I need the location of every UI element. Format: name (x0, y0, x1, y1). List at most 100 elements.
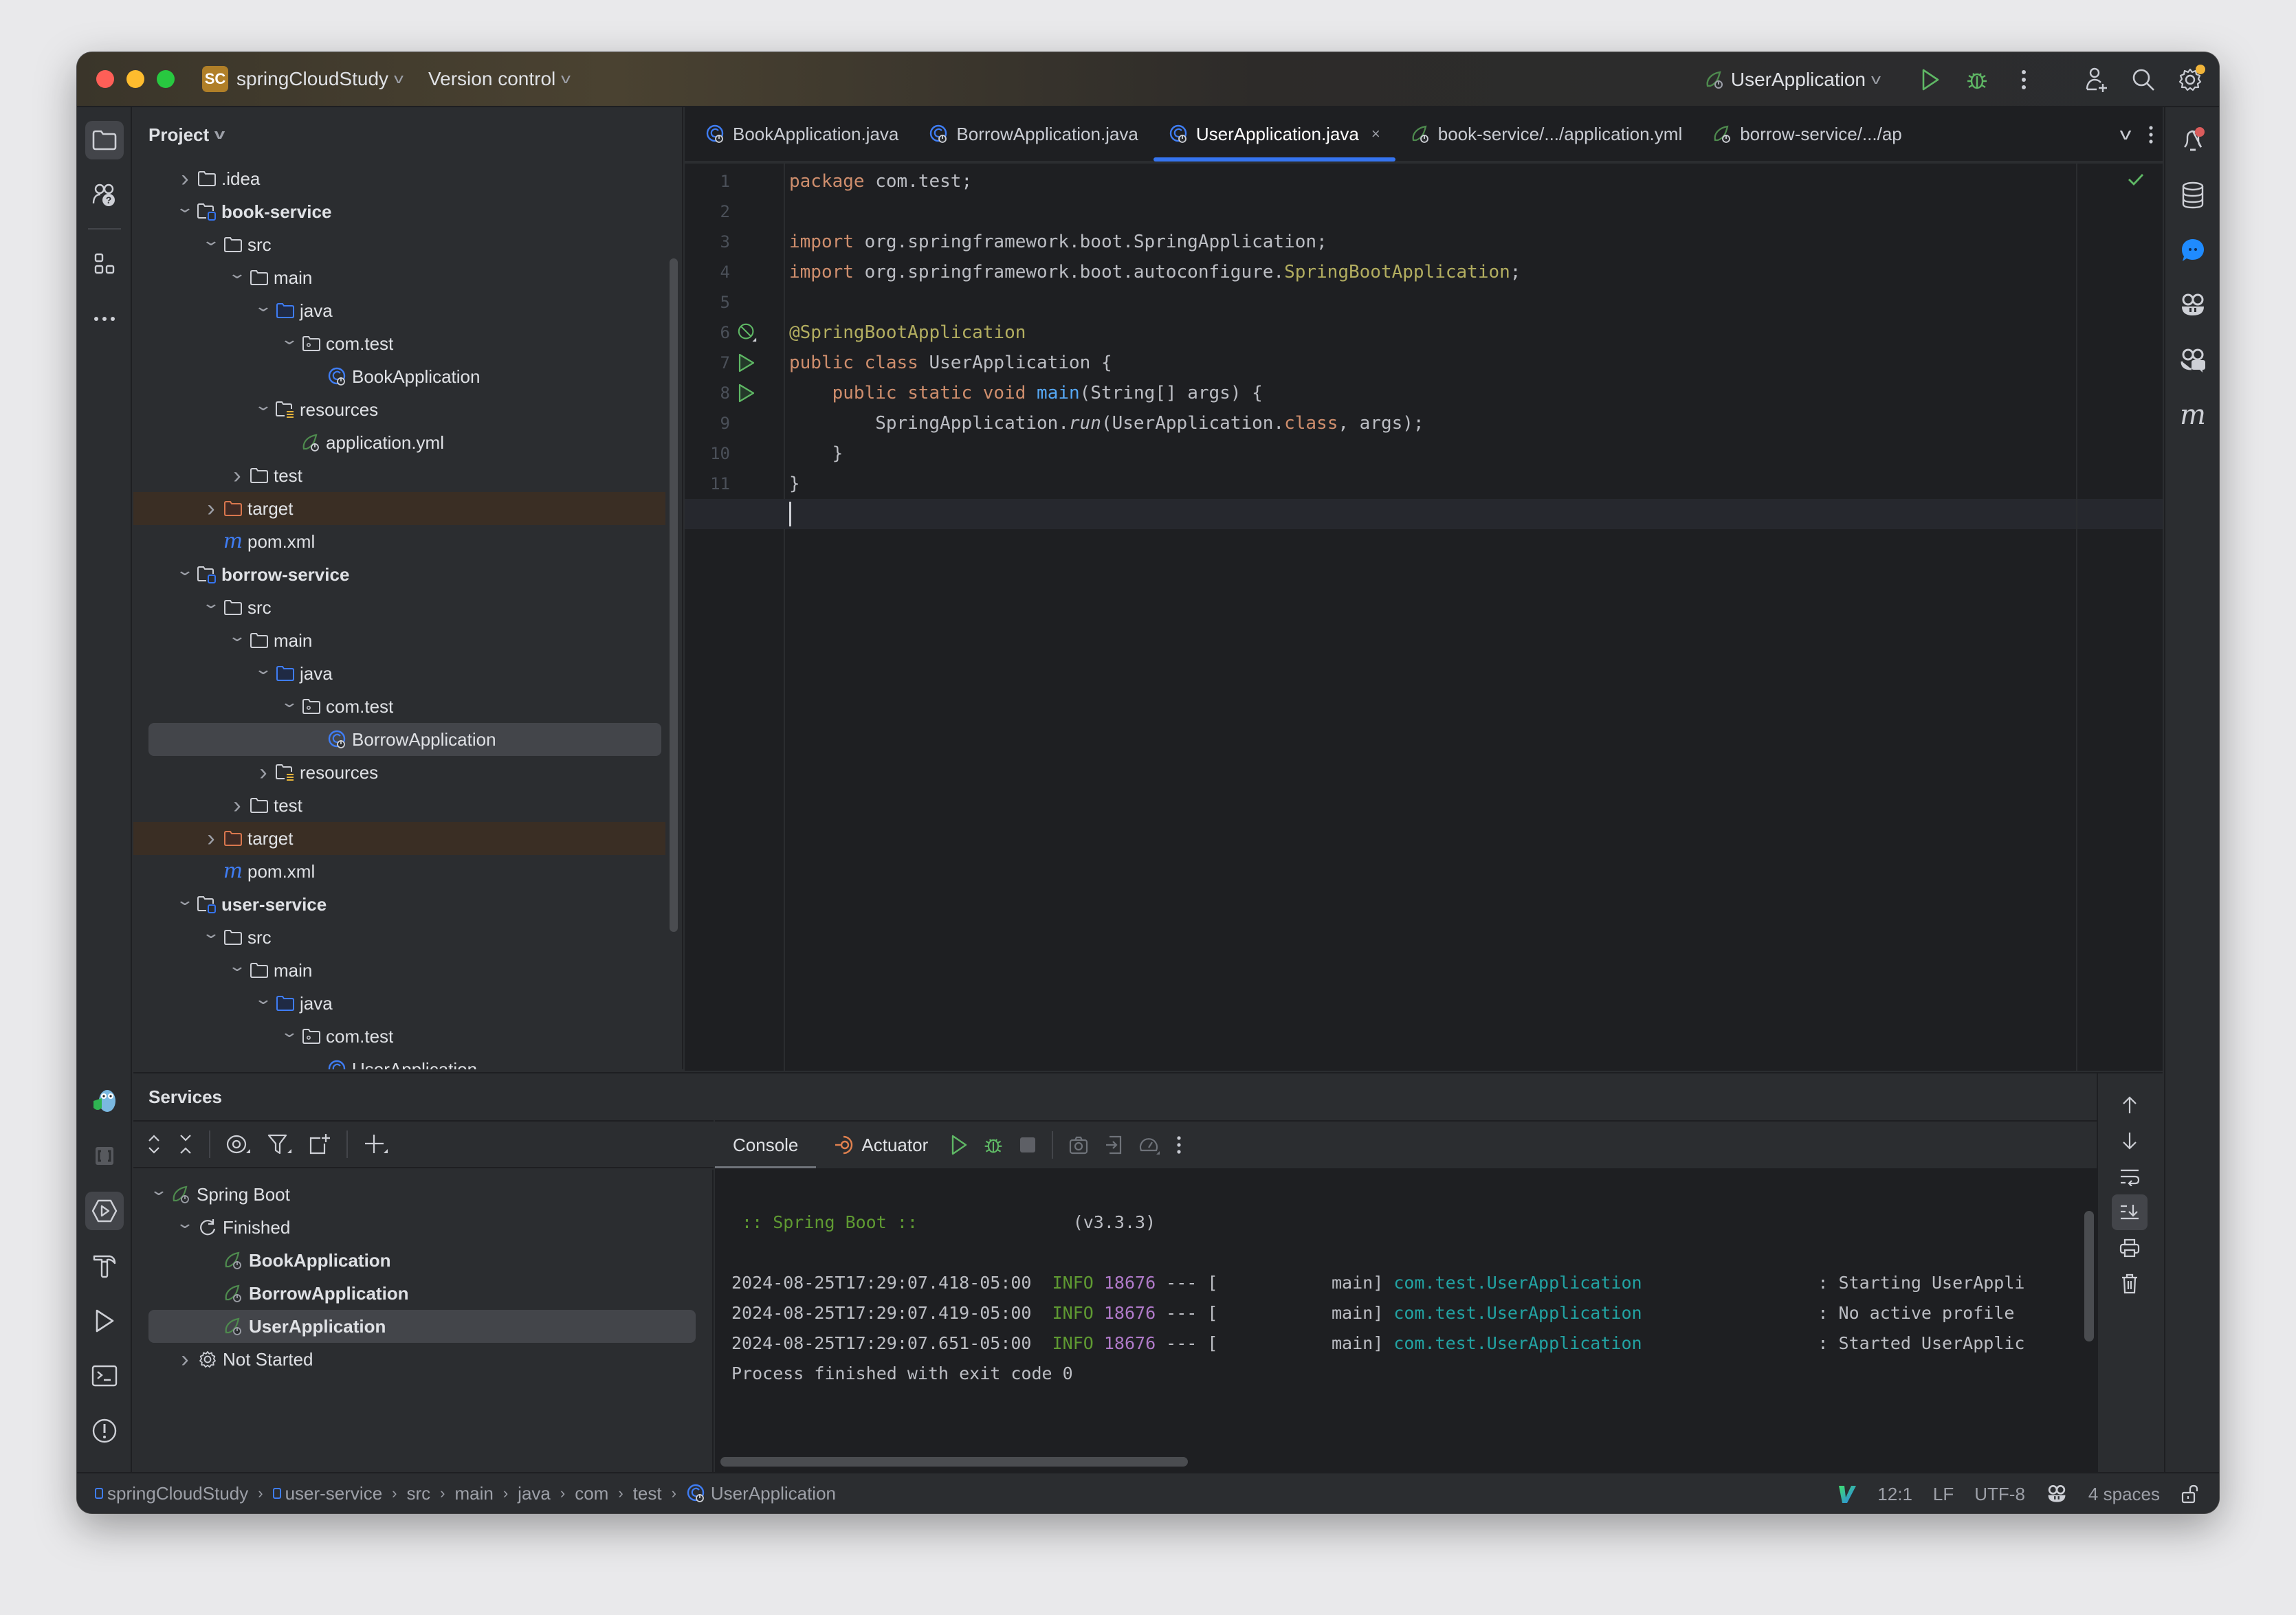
chevron-right-icon[interactable]: › (227, 463, 247, 489)
code-line[interactable]: SpringApplication. run (UserApplication. cl… (786, 408, 2163, 438)
vim-icon[interactable] (1837, 1484, 1857, 1504)
code-line[interactable]: import org.springframework.boot.autoconf… (786, 257, 2163, 287)
more-vertical-icon[interactable] (2148, 124, 2154, 145)
tree-node[interactable]: › target (133, 822, 665, 855)
chevron-down-icon[interactable]: ⌄ (222, 265, 253, 282)
tree-node[interactable]: ⌄ java (133, 987, 665, 1020)
chevron-right-icon[interactable]: › (175, 166, 195, 192)
tree-node[interactable]: › test (133, 789, 665, 822)
console-vertical-scrollbar[interactable] (2084, 1211, 2094, 1341)
console-horizontal-scrollbar[interactable] (720, 1457, 1188, 1467)
close-tab-icon[interactable]: × (1371, 125, 1380, 143)
tree-node[interactable]: ⌄ java (133, 294, 665, 327)
problems-tool-button[interactable] (85, 1412, 124, 1450)
tree-node[interactable]: › resources (133, 756, 665, 789)
service-node[interactable]: BorrowApplication (133, 1277, 712, 1310)
close-window-button[interactable] (96, 70, 114, 88)
gauge-icon[interactable] (1138, 1134, 1160, 1156)
project-switcher[interactable]: springCloudStudy (236, 68, 388, 90)
chevron-down-icon[interactable]: ⌄ (170, 199, 201, 216)
breadcrumb-item[interactable]: com (575, 1483, 608, 1504)
chevron-down-icon[interactable]: ⌄ (222, 957, 253, 975)
run-gutter-icon[interactable] (737, 348, 758, 378)
tree-node[interactable]: ⌄ user-service (133, 888, 665, 921)
breadcrumb-item[interactable]: UserApplication (686, 1483, 836, 1504)
chevron-down-icon[interactable]: ⌄ (196, 924, 227, 942)
search-everywhere-button[interactable] (2128, 65, 2159, 95)
project-badge[interactable]: SC (202, 66, 228, 92)
indent-setting[interactable]: 4 spaces (2088, 1484, 2160, 1505)
code-area[interactable]: package com.test; import org.springframew… (685, 164, 2163, 1071)
debug-button[interactable] (1962, 65, 1992, 95)
chevron-down-icon[interactable]: ⌄ (248, 990, 279, 1008)
go-plugin-tool-button[interactable] (85, 1082, 124, 1120)
tree-node[interactable]: ⌄ com.test (133, 690, 665, 723)
chevron-down-icon[interactable]: ⌄ (170, 891, 201, 909)
soft-wrap-button[interactable] (2112, 1159, 2148, 1194)
chevron-down-icon[interactable]: ⌄ (144, 1181, 175, 1199)
code-line[interactable] (786, 287, 2163, 318)
code-with-me-button[interactable] (2082, 65, 2112, 95)
editor-tab[interactable]: BookApplication.java (690, 107, 914, 162)
editor-tab[interactable]: UserApplication.java × (1153, 107, 1395, 162)
code-line[interactable] (786, 197, 2163, 227)
code-line[interactable]: import org.springframework.boot.SpringAp… (786, 227, 2163, 257)
zoom-window-button[interactable] (157, 70, 175, 88)
services-tool-button[interactable] (85, 1192, 124, 1230)
tab-console[interactable]: Console (715, 1121, 817, 1169)
tree-node[interactable]: › target (133, 492, 665, 525)
file-encoding[interactable]: UTF-8 (1974, 1484, 2025, 1505)
breadcrumb-item[interactable]: src (406, 1483, 430, 1504)
service-node[interactable]: UserApplication (148, 1310, 696, 1343)
tree-node[interactable]: BookApplication (133, 360, 665, 393)
chevron-down-icon[interactable]: ⌄ (248, 397, 279, 414)
camera-icon[interactable] (1068, 1135, 1089, 1155)
tree-node[interactable]: ⌄ borrow-service (133, 558, 665, 591)
build-tool-button[interactable] (85, 1247, 124, 1285)
print-button[interactable] (2112, 1230, 2148, 1266)
bug-icon[interactable] (983, 1134, 1004, 1156)
tree-node[interactable]: UserApplication (133, 1053, 665, 1069)
no-beans-icon[interactable] (737, 318, 758, 348)
tree-node[interactable]: › test (133, 459, 665, 492)
chevron-down-icon[interactable]: ⌄ (274, 1023, 305, 1041)
chevron-down-icon[interactable]: ⌄ (222, 627, 253, 645)
scroll-down-button[interactable] (2112, 1123, 2148, 1159)
tree-node[interactable]: ⌄ src (133, 228, 665, 261)
service-node[interactable]: › Not Started (133, 1343, 712, 1376)
chat-button[interactable] (2174, 231, 2212, 269)
minimize-window-button[interactable] (126, 70, 144, 88)
tree-node[interactable]: ⌄ com.test (133, 1020, 665, 1053)
editor-tab[interactable]: borrow-service/.../ap (1697, 107, 1917, 162)
tree-node[interactable]: ⌄ com.test (133, 327, 665, 360)
filter-icon[interactable] (267, 1133, 293, 1156)
tree-node[interactable]: › .idea (133, 162, 665, 195)
code-line[interactable]: public static void main (String[] args) { (786, 378, 2163, 408)
maven-button[interactable]: m (2174, 396, 2212, 434)
code-line[interactable]: } (786, 438, 2163, 469)
add-service-icon[interactable] (363, 1133, 389, 1156)
code-line[interactable]: @SpringBootApplication (786, 318, 2163, 348)
more-vertical-icon[interactable] (1175, 1135, 1182, 1155)
chevron-right-icon[interactable]: › (201, 825, 221, 852)
project-panel-header[interactable]: Project v (133, 107, 682, 162)
run-button[interactable] (1915, 65, 1945, 95)
chevron-down-icon[interactable]: ⌄ (170, 561, 201, 579)
rerun-icon[interactable] (950, 1134, 968, 1156)
chevron-down-icon[interactable]: ⌄ (274, 693, 305, 711)
clear-console-button[interactable] (2112, 1266, 2148, 1302)
import-icon[interactable] (1104, 1134, 1123, 1156)
new-group-icon[interactable] (308, 1133, 331, 1156)
chevron-down-icon[interactable]: ⌄ (248, 298, 279, 315)
scroll-to-end-button[interactable] (2112, 1194, 2148, 1230)
chevron-right-icon[interactable]: › (175, 1346, 195, 1373)
chevron-right-icon[interactable]: › (201, 495, 221, 522)
chevron-right-icon[interactable]: › (227, 792, 247, 819)
collapse-all-icon[interactable] (177, 1133, 194, 1156)
tree-node[interactable]: ⌄ src (133, 921, 665, 954)
breadcrumb-item[interactable]: main (454, 1483, 493, 1504)
console-output[interactable]: :: Spring Boot :: (v3.3.3) 2024-08-25T17:… (715, 1168, 2097, 1472)
chevron-down-icon[interactable]: ⌄ (196, 232, 227, 249)
copilot-button[interactable] (2174, 286, 2212, 324)
more-tools-button[interactable] (85, 300, 124, 338)
